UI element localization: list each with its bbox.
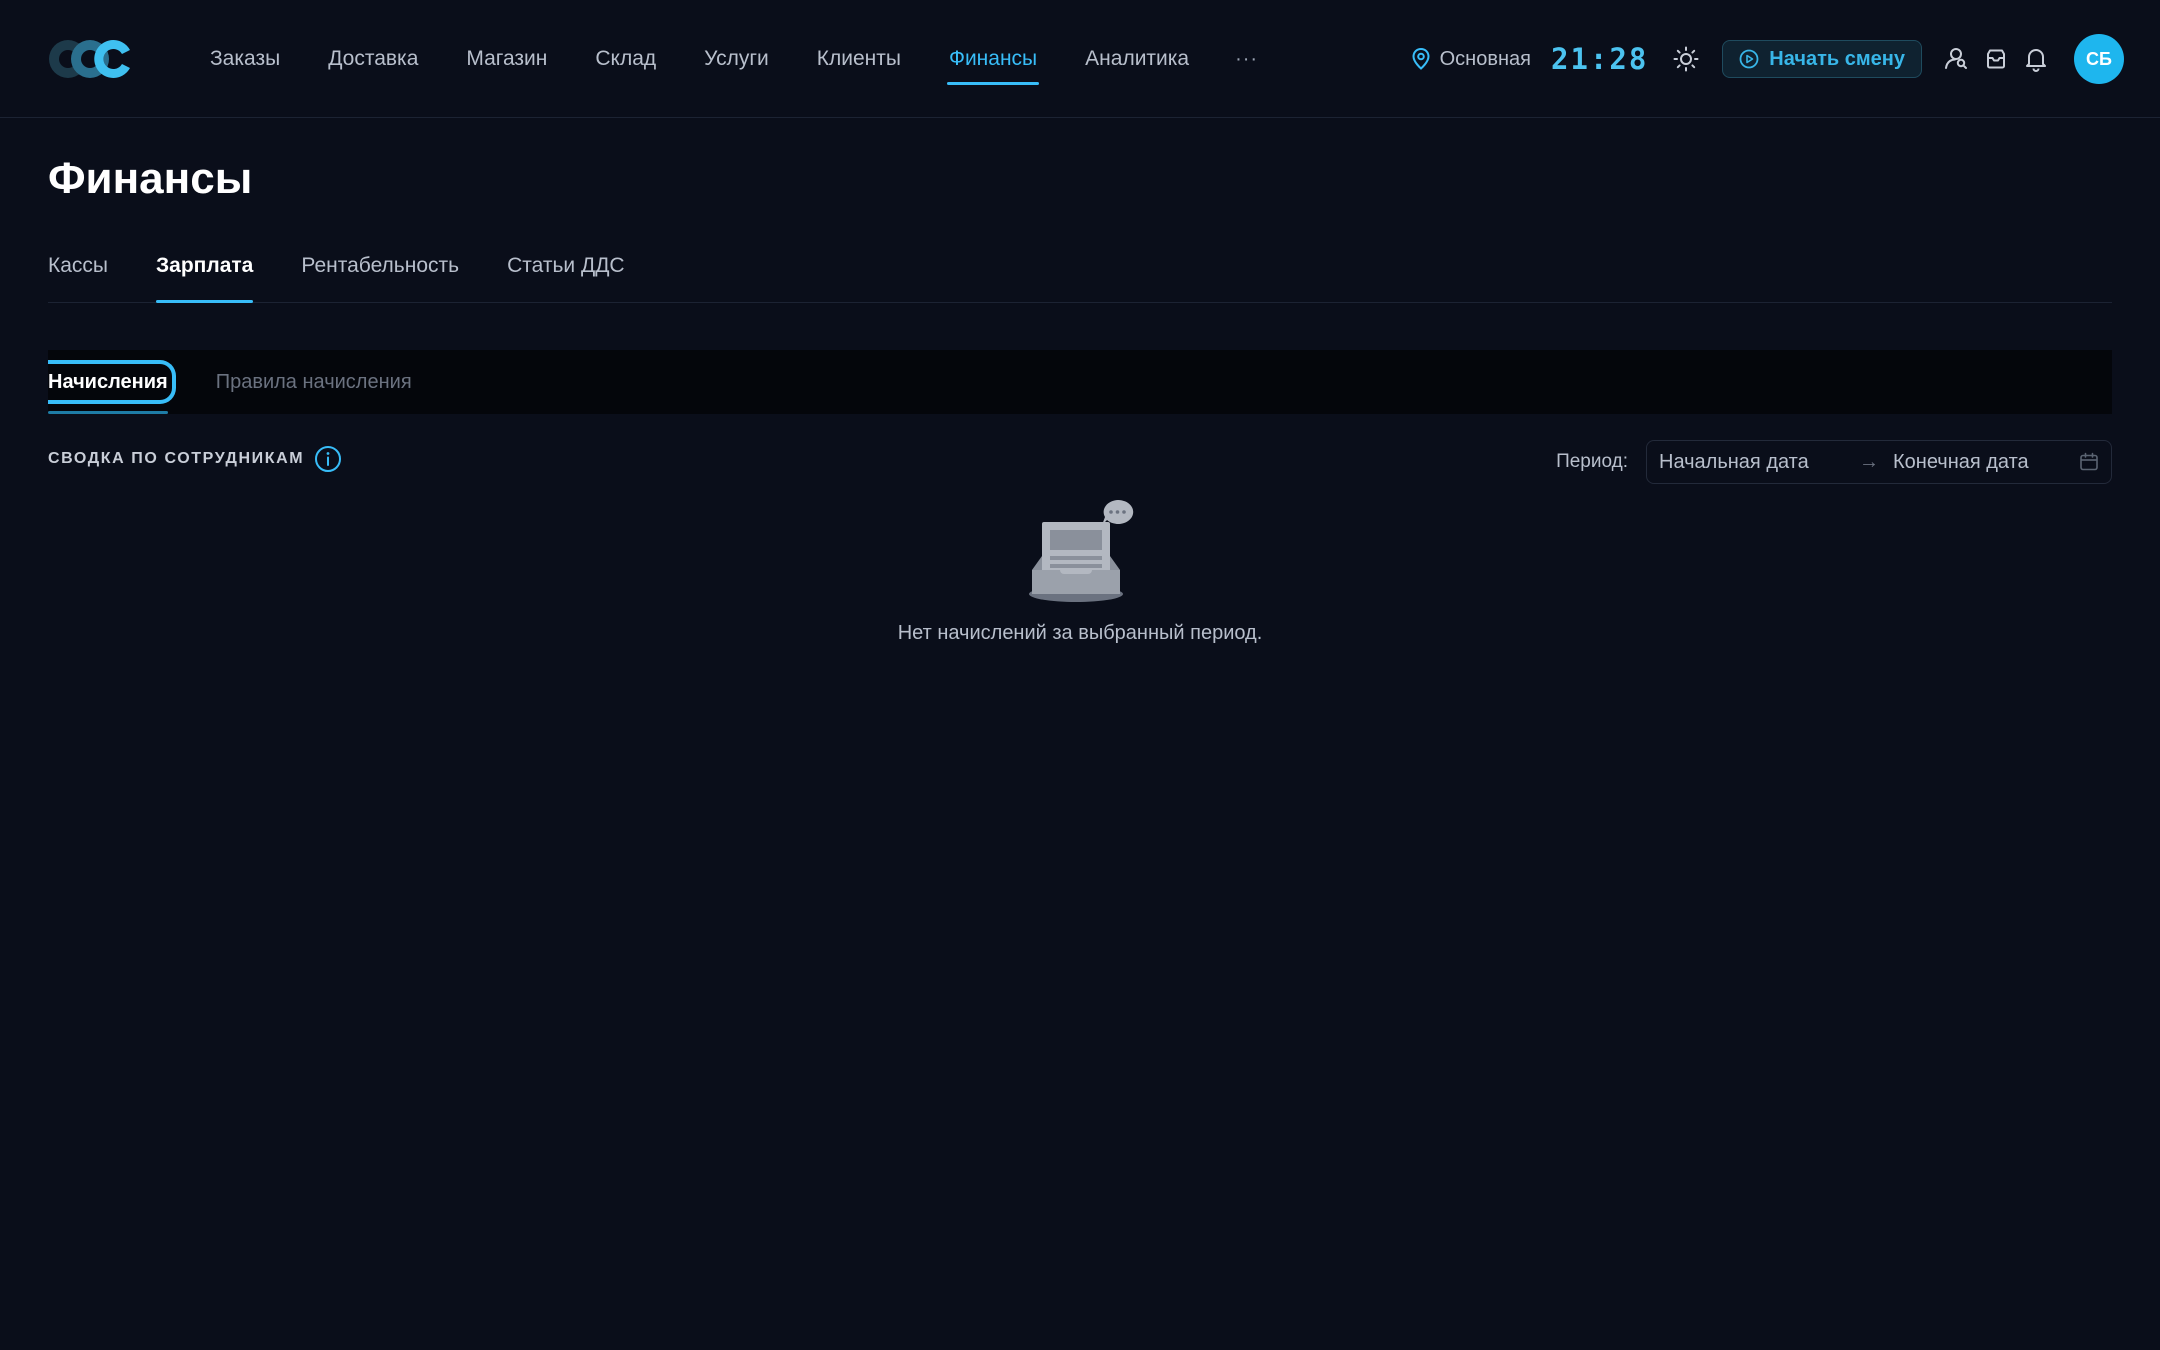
sun-icon	[1673, 46, 1699, 72]
subtab-accrual-rules[interactable]: Правила начисления	[216, 371, 412, 394]
location-pin-icon	[1412, 48, 1430, 70]
nav-analytics[interactable]: Аналитика	[1061, 0, 1213, 118]
notifications-button[interactable]	[2016, 39, 2056, 79]
nav-delivery[interactable]: Доставка	[304, 0, 442, 118]
header-actions: Основная 21:28 Начать смену СБ	[1412, 0, 2124, 118]
date-range-picker[interactable]: Начальная дата → Конечная дата	[1646, 440, 2112, 484]
summary-header: СВОДКА ПО СОТРУДНИКАМ	[48, 445, 342, 473]
period-filter: Период: Начальная дата → Конечная дата	[1556, 440, 2112, 484]
start-shift-button[interactable]: Начать смену	[1722, 40, 1922, 78]
tab-cashflow-items[interactable]: Статьи ДДС	[507, 240, 625, 302]
logo-icon[interactable]	[48, 36, 134, 82]
end-date-input[interactable]: Конечная дата	[1893, 451, 2079, 474]
range-arrow: →	[1859, 450, 1879, 473]
calendar-icon[interactable]	[2079, 452, 2099, 472]
clock: 21:28	[1550, 42, 1649, 76]
location-label: Основная	[1439, 47, 1531, 70]
nav-services[interactable]: Услуги	[680, 0, 793, 118]
more-menu-button[interactable]: ···	[1213, 0, 1280, 118]
salary-subtabs: Начисления Правила начисления	[48, 350, 2112, 414]
users-button[interactable]	[1936, 39, 1976, 79]
summary-label: СВОДКА ПО СОТРУДНИКАМ	[48, 450, 305, 467]
main-nav: Заказы Доставка Магазин Склад Услуги Кли…	[186, 0, 1280, 118]
avatar[interactable]: СБ	[2074, 34, 2124, 84]
play-circle-icon	[1739, 49, 1759, 69]
nav-clients[interactable]: Клиенты	[793, 0, 925, 118]
tab-salary[interactable]: Зарплата	[156, 240, 254, 303]
start-date-input[interactable]: Начальная дата	[1659, 451, 1845, 474]
page-title: Финансы	[48, 154, 253, 203]
nav-shop[interactable]: Магазин	[442, 0, 571, 118]
period-label: Период:	[1556, 451, 1628, 472]
start-shift-label: Начать смену	[1769, 47, 1905, 70]
empty-state-text: Нет начислений за выбранный период.	[897, 622, 1263, 644]
empty-inbox-illustration-icon	[1029, 499, 1134, 602]
nav-warehouse[interactable]: Склад	[571, 0, 680, 118]
empty-state: Нет начислений за выбранный период.	[0, 498, 2160, 645]
inbox-button[interactable]	[1976, 39, 2016, 79]
tab-profitability[interactable]: Рентабельность	[301, 240, 459, 302]
finance-tabs: Кассы Зарплата Рентабельность Статьи ДДС	[48, 240, 2112, 303]
info-icon[interactable]	[314, 445, 342, 473]
theme-toggle-button[interactable]	[1666, 39, 1706, 79]
nav-finance[interactable]: Финансы	[925, 0, 1061, 118]
top-bar: Заказы Доставка Магазин Склад Услуги Кли…	[0, 0, 2160, 118]
subtab-accruals[interactable]: Начисления	[48, 360, 176, 414]
location-selector[interactable]: Основная	[1412, 48, 1531, 71]
inbox-icon	[1987, 49, 2005, 69]
nav-orders[interactable]: Заказы	[186, 0, 304, 118]
tab-cash[interactable]: Кассы	[48, 240, 108, 302]
user-search-icon	[1945, 48, 1967, 69]
bell-icon	[2026, 49, 2046, 72]
